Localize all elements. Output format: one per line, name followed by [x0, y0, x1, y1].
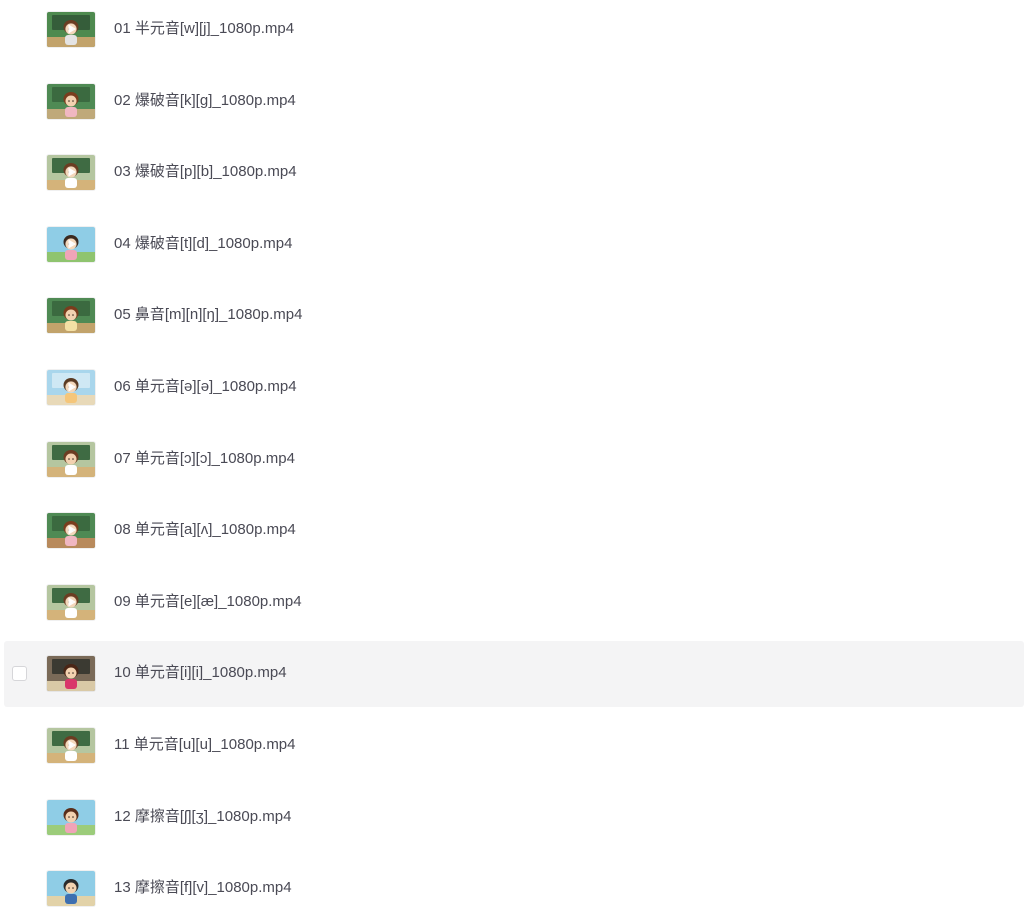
- file-list: 01 半元音[w][j]_1080p.mp4 02 爆破音[k][g]_1080p…: [0, 0, 1024, 911]
- video-thumbnail[interactable]: [47, 370, 95, 405]
- file-name[interactable]: 04 爆破音[t][d]_1080p.mp4: [114, 234, 292, 254]
- file-name[interactable]: 11 单元音[u][u]_1080p.mp4: [114, 735, 296, 755]
- file-name[interactable]: 02 爆破音[k][g]_1080p.mp4: [114, 91, 296, 111]
- video-thumbnail[interactable]: [47, 83, 95, 119]
- file-row[interactable]: 09 单元音[e][æ]_1080p.mp4: [4, 570, 1024, 636]
- file-name[interactable]: 03 爆破音[p][b]_1080p.mp4: [114, 162, 297, 182]
- file-row[interactable]: 08 单元音[a][ʌ]_1080p.mp4: [4, 498, 1024, 564]
- file-name[interactable]: 05 鼻音[m][n][ŋ]_1080p.mp4: [114, 305, 302, 325]
- file-row[interactable]: 04 爆破音[t][d]_1080p.mp4: [4, 212, 1024, 278]
- video-thumbnail[interactable]: [47, 298, 95, 334]
- file-row[interactable]: 05 鼻音[m][n][ŋ]_1080p.mp4: [4, 283, 1024, 349]
- file-name[interactable]: 06 单元音[ə][ə]_1080p.mp4: [114, 377, 297, 397]
- file-row[interactable]: 12 摩擦音[ʃ][ʒ]_1080p.mp4: [4, 785, 1024, 851]
- file-row[interactable]: 10 单元音[i][i]_1080p.mp4: [4, 641, 1024, 708]
- select-checkbox[interactable]: [12, 666, 27, 682]
- video-thumbnail[interactable]: [47, 513, 95, 549]
- file-name[interactable]: 12 摩擦音[ʃ][ʒ]_1080p.mp4: [114, 807, 291, 827]
- file-name[interactable]: 08 单元音[a][ʌ]_1080p.mp4: [114, 520, 296, 540]
- video-thumbnail[interactable]: [47, 584, 95, 620]
- file-row[interactable]: 13 摩擦音[f][v]_1080p.mp4: [4, 856, 1024, 911]
- file-name[interactable]: 07 单元音[ɔ][ɔ]_1080p.mp4: [114, 449, 295, 469]
- file-name[interactable]: 10 单元音[i][i]_1080p.mp4: [114, 663, 287, 683]
- file-row[interactable]: 11 单元音[u][u]_1080p.mp4: [4, 713, 1024, 779]
- video-thumbnail[interactable]: [47, 226, 95, 262]
- video-thumbnail[interactable]: [47, 12, 95, 47]
- file-name[interactable]: 01 半元音[w][j]_1080p.mp4: [114, 19, 294, 39]
- video-thumbnail[interactable]: [47, 441, 95, 477]
- file-row[interactable]: 01 半元音[w][j]_1080p.mp4: [4, 0, 1024, 63]
- file-row[interactable]: 07 单元音[ɔ][ɔ]_1080p.mp4: [4, 427, 1024, 493]
- video-thumbnail[interactable]: [47, 656, 95, 692]
- file-name[interactable]: 09 单元音[e][æ]_1080p.mp4: [114, 592, 302, 612]
- file-row[interactable]: 03 爆破音[p][b]_1080p.mp4: [4, 140, 1024, 206]
- video-thumbnail[interactable]: [47, 728, 95, 763]
- video-thumbnail[interactable]: [47, 799, 95, 835]
- video-thumbnail[interactable]: [47, 155, 95, 191]
- file-row[interactable]: 02 爆破音[k][g]_1080p.mp4: [4, 69, 1024, 135]
- video-thumbnail[interactable]: [47, 871, 95, 907]
- file-name[interactable]: 13 摩擦音[f][v]_1080p.mp4: [114, 878, 292, 898]
- file-row[interactable]: 06 单元音[ə][ə]_1080p.mp4: [4, 355, 1024, 421]
